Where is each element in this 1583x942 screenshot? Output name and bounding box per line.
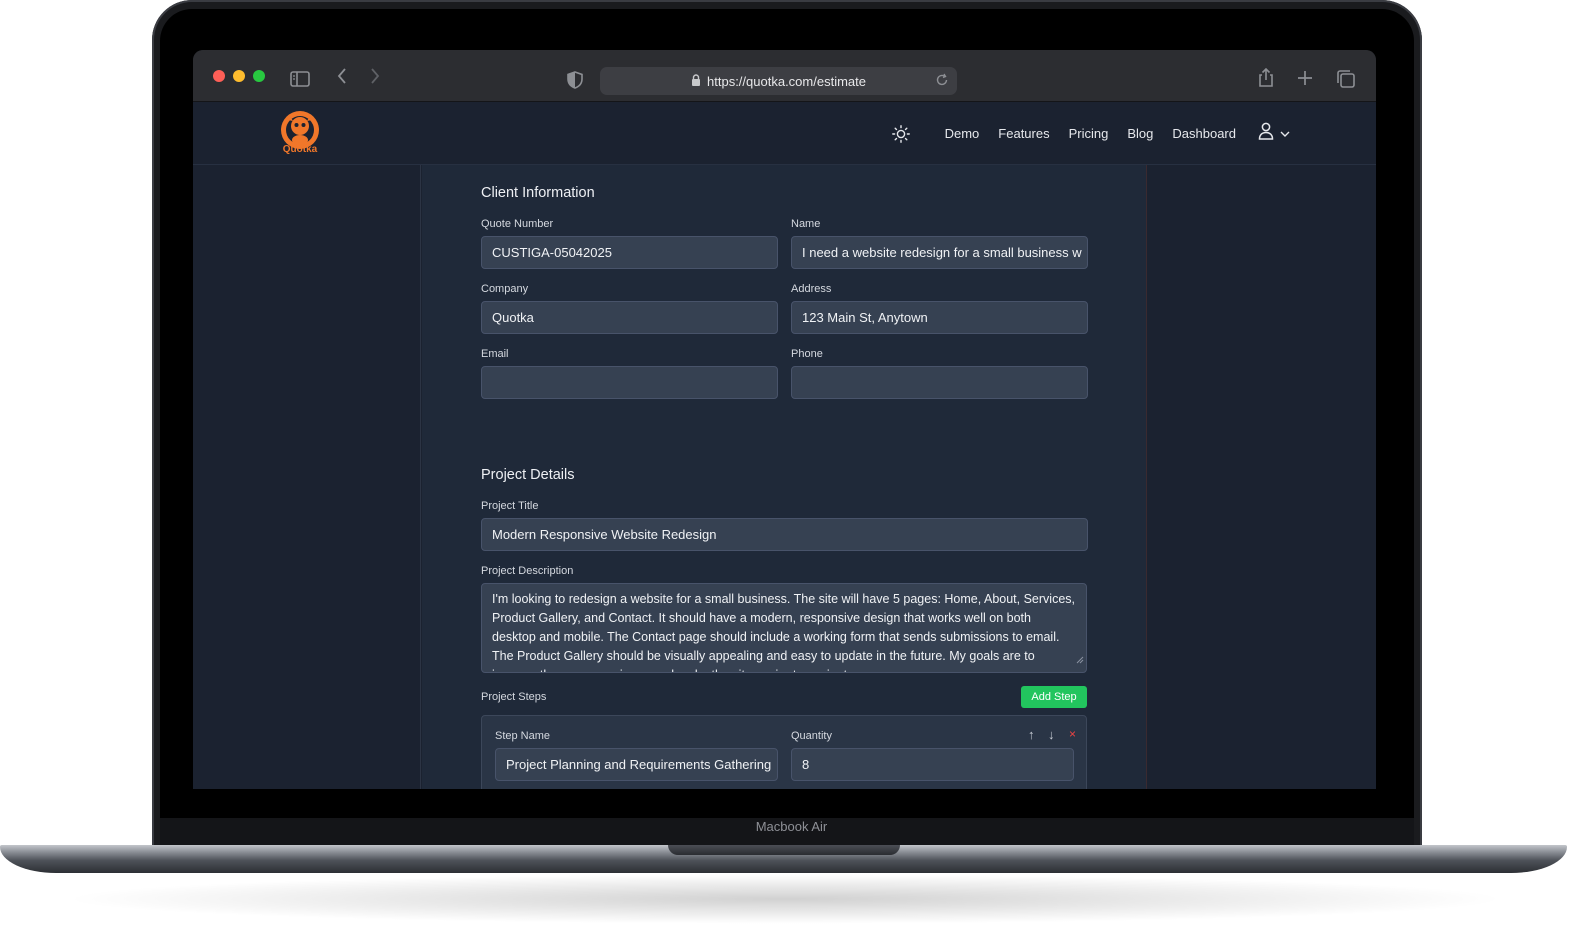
resize-handle-icon[interactable] [1076, 651, 1084, 670]
remove-step-close-icon[interactable]: × [1069, 727, 1076, 741]
project-description-textarea[interactable]: I'm looking to redesign a website for a … [481, 583, 1087, 673]
url-text: https://quotka.com/estimate [707, 73, 866, 89]
client-information-heading: Client Information [481, 185, 595, 201]
name-input[interactable]: I need a website redesign for a small bu… [791, 236, 1088, 269]
estimate-form: Client Information Quote Number CUSTIGA-… [422, 165, 1146, 789]
device-label: Macbook Air [755, 819, 828, 834]
email-input[interactable] [481, 366, 778, 399]
logo-text: Quotka [282, 144, 318, 155]
tabs-overview-icon[interactable] [1337, 70, 1355, 88]
nav-link-features[interactable]: Features [998, 126, 1049, 141]
add-step-button[interactable]: Add Step [1021, 686, 1087, 708]
move-up-arrow-icon[interactable]: ↑ [1028, 727, 1035, 742]
user-menu[interactable] [1258, 122, 1290, 145]
left-gutter [193, 165, 421, 789]
zoom-window-button[interactable] [253, 70, 265, 82]
email-label: Email [481, 348, 509, 360]
company-input[interactable]: Quotka [481, 301, 778, 334]
sidebar-toggle-icon[interactable] [290, 71, 310, 87]
step-name-label: Step Name [495, 730, 551, 742]
address-input[interactable]: 123 Main St, Anytown [791, 301, 1088, 334]
nav-link-dashboard[interactable]: Dashboard [1172, 126, 1236, 141]
forward-icon[interactable] [369, 67, 381, 85]
quantity-label: Quantity [791, 730, 832, 742]
user-icon [1258, 122, 1274, 145]
nav-link-demo[interactable]: Demo [945, 126, 980, 141]
project-description-text: I'm looking to redesign a website for a … [492, 592, 1076, 672]
address-label: Address [791, 283, 832, 295]
laptop-shadow [60, 874, 1510, 924]
reload-icon[interactable] [935, 73, 949, 90]
project-steps-label: Project Steps [481, 691, 547, 703]
project-title-input[interactable]: Modern Responsive Website Redesign [481, 518, 1088, 551]
app-navbar: Quotka Demo Features Pricing Blog Dashbo… [193, 102, 1376, 165]
address-bar[interactable]: https://quotka.com/estimate [600, 67, 957, 95]
theme-toggle-sun-icon[interactable] [891, 124, 910, 143]
nav-link-pricing[interactable]: Pricing [1069, 126, 1109, 141]
chevron-down-icon [1280, 125, 1290, 143]
close-window-button[interactable] [213, 70, 225, 82]
laptop-notch [668, 845, 900, 855]
right-gutter [1146, 165, 1376, 789]
lock-icon [691, 73, 701, 89]
name-label: Name [791, 218, 821, 230]
shield-icon[interactable] [567, 71, 583, 89]
company-label: Company [481, 283, 529, 295]
move-down-arrow-icon[interactable]: ↓ [1048, 727, 1055, 742]
step-name-input[interactable]: Project Planning and Requirements Gather… [495, 748, 778, 781]
minimize-window-button[interactable] [233, 70, 245, 82]
nav-menu: Demo Features Pricing Blog Dashboard [891, 102, 1290, 165]
project-details-heading: Project Details [481, 467, 575, 483]
new-tab-icon[interactable] [1297, 70, 1313, 86]
phone-label: Phone [791, 348, 823, 360]
project-description-label: Project Description [481, 565, 574, 577]
quote-number-label: Quote Number [481, 218, 554, 230]
project-title-label: Project Title [481, 500, 539, 512]
quantity-input[interactable]: 8 [791, 748, 1074, 781]
browser-window: https://quotka.com/estimate Quotka Demo … [193, 50, 1376, 789]
phone-input[interactable] [791, 366, 1088, 399]
back-icon[interactable] [336, 67, 348, 85]
browser-titlebar: https://quotka.com/estimate [193, 50, 1376, 102]
step-card: Step Name Project Planning and Requireme… [481, 715, 1087, 789]
share-icon[interactable] [1257, 68, 1275, 88]
nav-link-blog[interactable]: Blog [1127, 126, 1153, 141]
quote-number-input[interactable]: CUSTIGA-05042025 [481, 236, 778, 269]
